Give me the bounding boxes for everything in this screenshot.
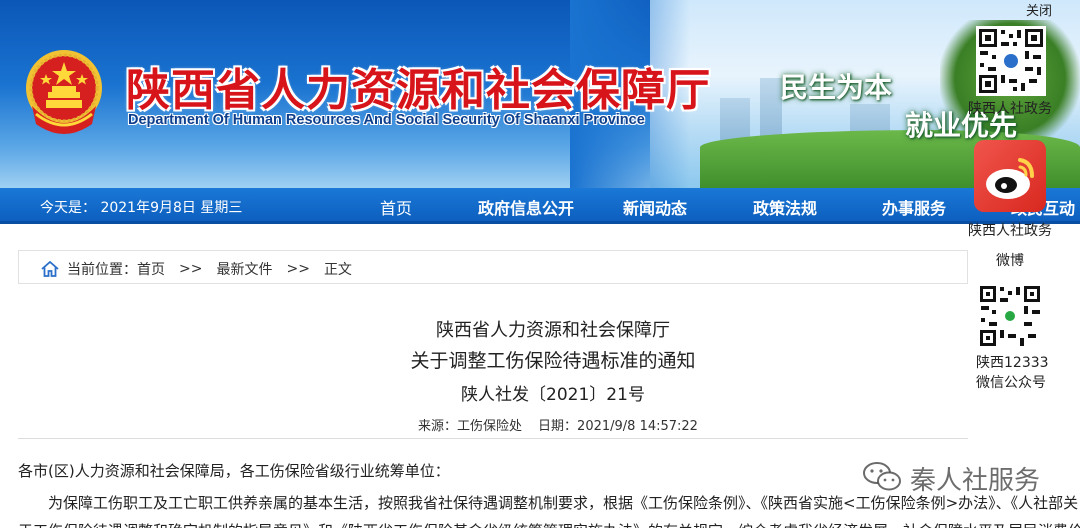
divider (18, 438, 968, 439)
main-nav: 今天是： 2021年9月8日 星期三 首页 政府信息公开 新闻动态 政策法规 办… (0, 188, 1080, 224)
nav-news[interactable]: 新闻动态 (623, 195, 687, 219)
breadcrumb-prefix: 当前位置： (67, 262, 137, 278)
article-doc-number: 陕人社发〔2021〕21号 (461, 385, 645, 405)
weibo-label-sub: 微博 (996, 253, 1024, 269)
article-date: 2021/9/8 14:57:22 (577, 419, 698, 434)
date-label: 日期： (538, 419, 578, 434)
weibo-label: 陕西人社政务 (968, 223, 1052, 239)
slogan-line-1: 民生为本 (780, 71, 893, 104)
watermark-text: 秦人社服务 (910, 465, 1041, 496)
breadcrumb: 当前位置： 首页 >> 最新文件 >> 正文 (18, 250, 968, 284)
article-paragraph: 于工伤保险待遇调整和确定机制的指导意见》和《陕西省工伤保险基金省级统筹管理实施办… (18, 520, 1080, 528)
nav-home[interactable]: 首页 (380, 195, 412, 219)
qr-label-gov: 陕西人社政务 (968, 101, 1052, 117)
article-title: 关于调整工伤保险待遇标准的通知 (410, 350, 696, 372)
header-banner: 陕西省人力资源和社会保障厅 Department Of Human Resour… (0, 0, 1080, 188)
breadcrumb-separator: >> (286, 261, 310, 277)
wechat-watermark: 秦人社服务 (862, 458, 1040, 498)
site-title: 陕西省人力资源和社会保障厅 (126, 65, 711, 116)
nav-policy[interactable]: 政策法规 (753, 195, 817, 219)
close-panel-button[interactable]: 关闭 (1026, 0, 1052, 19)
site-title-english: Department Of Human Resources And Social… (128, 112, 645, 128)
wechat-icon (862, 460, 902, 496)
breadcrumb-latest-docs[interactable]: 最新文件 (216, 259, 272, 279)
current-date: 今天是： 2021年9月8日 星期三 (40, 200, 243, 216)
weibo-icon[interactable] (974, 140, 1046, 212)
breadcrumb-home[interactable]: 首页 (137, 259, 165, 279)
article-source: 工伤保险处 (457, 419, 523, 434)
source-label: 来源： (418, 419, 458, 434)
national-emblem-icon (22, 44, 106, 140)
nav-gov-info[interactable]: 政府信息公开 (478, 195, 574, 219)
qr-code-icon (976, 26, 1046, 96)
breadcrumb-current: 正文 (323, 262, 352, 278)
nav-services[interactable]: 办事服务 (882, 195, 946, 219)
breadcrumb-path: 当前位置： 首页 >> 最新文件 >> 正文 (41, 259, 352, 279)
article-meta: 来源：工伤保险处 日期：2021/9/8 14:57:22 (418, 415, 698, 434)
qr-label-12333: 陕西12333 (976, 355, 1049, 371)
home-icon (41, 260, 59, 277)
qr-code-icon (978, 284, 1042, 348)
article-salutation: 各市(区)人力资源和社会保障局，各工伤保险省级行业统筹单位： (18, 462, 450, 480)
article-org: 陕西省人力资源和社会保障厅 (436, 320, 670, 341)
breadcrumb-separator: >> (179, 261, 203, 277)
qr-label-wechat: 微信公众号 (976, 375, 1046, 391)
